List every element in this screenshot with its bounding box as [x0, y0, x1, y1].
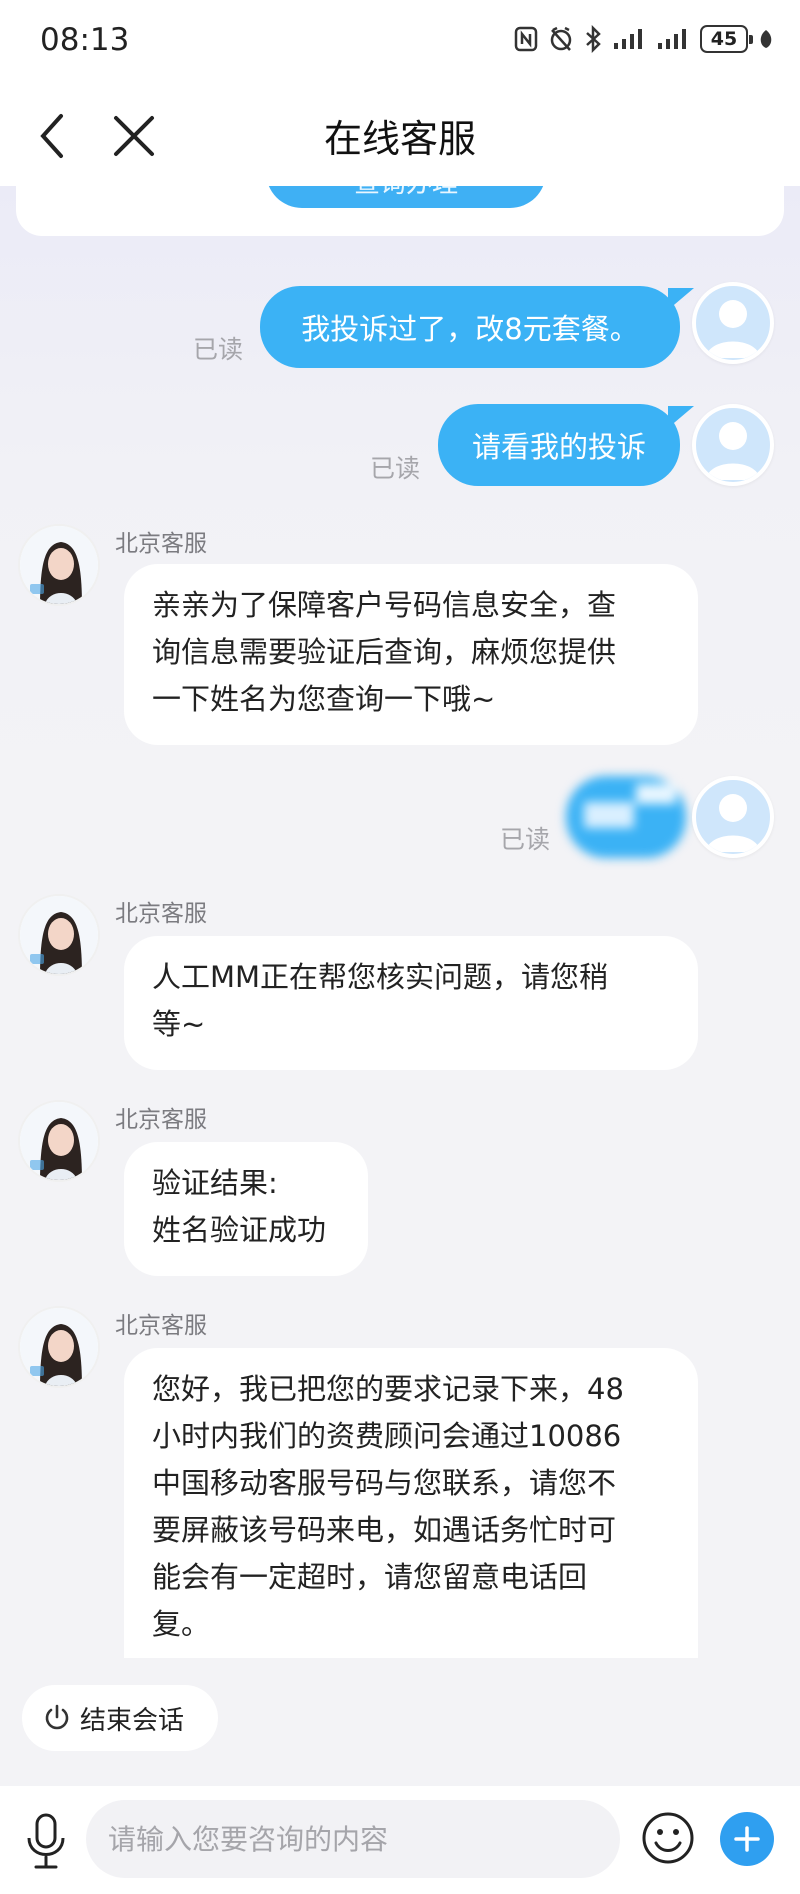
agent-photo-icon	[20, 1308, 98, 1386]
more-button[interactable]	[720, 1812, 774, 1866]
user-message-bubble: 我投诉过了，改8元套餐。	[260, 286, 694, 368]
signal-1-icon	[612, 24, 646, 54]
agent-message-bubble: 人工MM正在帮您核实问题，请您稍 等~	[124, 936, 698, 1070]
alarm-off-icon	[548, 24, 574, 54]
agent-message-text: 人工MM正在帮您核实问题，请您稍 等~	[152, 960, 609, 1041]
previous-message-card: 查询办理	[16, 186, 784, 236]
agent-message-bubble: 亲亲为了保障客户号码信息安全，查 询信息需要验证后查询，麻烦您提供 一下姓名为您…	[124, 564, 698, 745]
user-avatar	[692, 776, 774, 858]
end-session-button[interactable]: 结束会话	[22, 1685, 218, 1751]
agent-name: 北京客服	[115, 901, 207, 927]
agent-message-text: 您好，我已把您的要求记录下来，48 小时内我们的资费顾问会通过10086 中国移…	[152, 1372, 624, 1641]
agent-name: 北京客服	[115, 1107, 207, 1133]
nfc-icon	[514, 24, 538, 54]
read-receipt: 已读	[193, 335, 244, 364]
agent-message-text: 验证结果: 姓名验证成功	[152, 1166, 327, 1247]
agent-avatar	[18, 1306, 100, 1388]
person-icon	[706, 300, 760, 358]
battery-indicator: 45	[700, 25, 753, 53]
agent-avatar	[18, 894, 100, 976]
read-receipt: 已读	[370, 454, 421, 483]
status-bar: 08:13 45	[0, 0, 800, 84]
user-avatar	[692, 404, 774, 486]
person-icon	[706, 794, 760, 852]
end-session-label: 结束会话	[80, 1705, 185, 1736]
page-title: 在线客服	[323, 117, 476, 161]
agent-avatar	[18, 1100, 100, 1182]
agent-photo-icon	[20, 1102, 98, 1180]
agent-avatar	[18, 524, 100, 606]
blurred-user-message	[566, 776, 696, 858]
emoji-icon	[642, 1812, 694, 1864]
microphone-icon	[27, 1813, 65, 1869]
plus-icon	[734, 1826, 760, 1852]
leaf-icon	[758, 24, 774, 54]
nav-bar: 在线客服	[0, 84, 800, 186]
agent-message-bubble: 您好，我已把您的要求记录下来，48 小时内我们的资费顾问会通过10086 中国移…	[124, 1348, 698, 1658]
user-message-bubble: 请看我的投诉	[438, 404, 694, 486]
status-time: 08:13	[40, 22, 130, 58]
agent-photo-icon	[20, 526, 98, 604]
chat-screen: 08:13 45 在线客服 已读 我投诉过了，改8元套餐。 已读 请看我的投诉 …	[0, 0, 800, 1894]
agent-message-text: 亲亲为了保障客户号码信息安全，查 询信息需要验证后查询，麻烦您提供 一下姓名为您…	[152, 588, 617, 716]
agent-name: 北京客服	[115, 531, 207, 557]
emoji-button[interactable]	[640, 1810, 696, 1866]
agent-message-bubble: 验证结果: 姓名验证成功	[124, 1142, 368, 1276]
agent-name: 北京客服	[115, 1313, 207, 1339]
read-receipt: 已读	[500, 825, 551, 854]
signal-2-icon	[656, 24, 690, 54]
agent-photo-icon	[20, 896, 98, 974]
voice-button[interactable]	[18, 1808, 74, 1874]
power-icon	[45, 1704, 69, 1730]
message-input[interactable]	[86, 1800, 620, 1878]
query-button[interactable]: 查询办理	[266, 186, 546, 208]
user-avatar	[692, 282, 774, 364]
chat-area[interactable]: 查询办理 已读 我投诉过了，改8元套餐。 已读 请看我的投诉 北京客服 亲亲为了…	[0, 186, 800, 1786]
person-icon	[706, 422, 760, 480]
bluetooth-icon	[584, 24, 602, 54]
status-icons: 45	[514, 24, 774, 54]
input-bar	[0, 1786, 800, 1894]
